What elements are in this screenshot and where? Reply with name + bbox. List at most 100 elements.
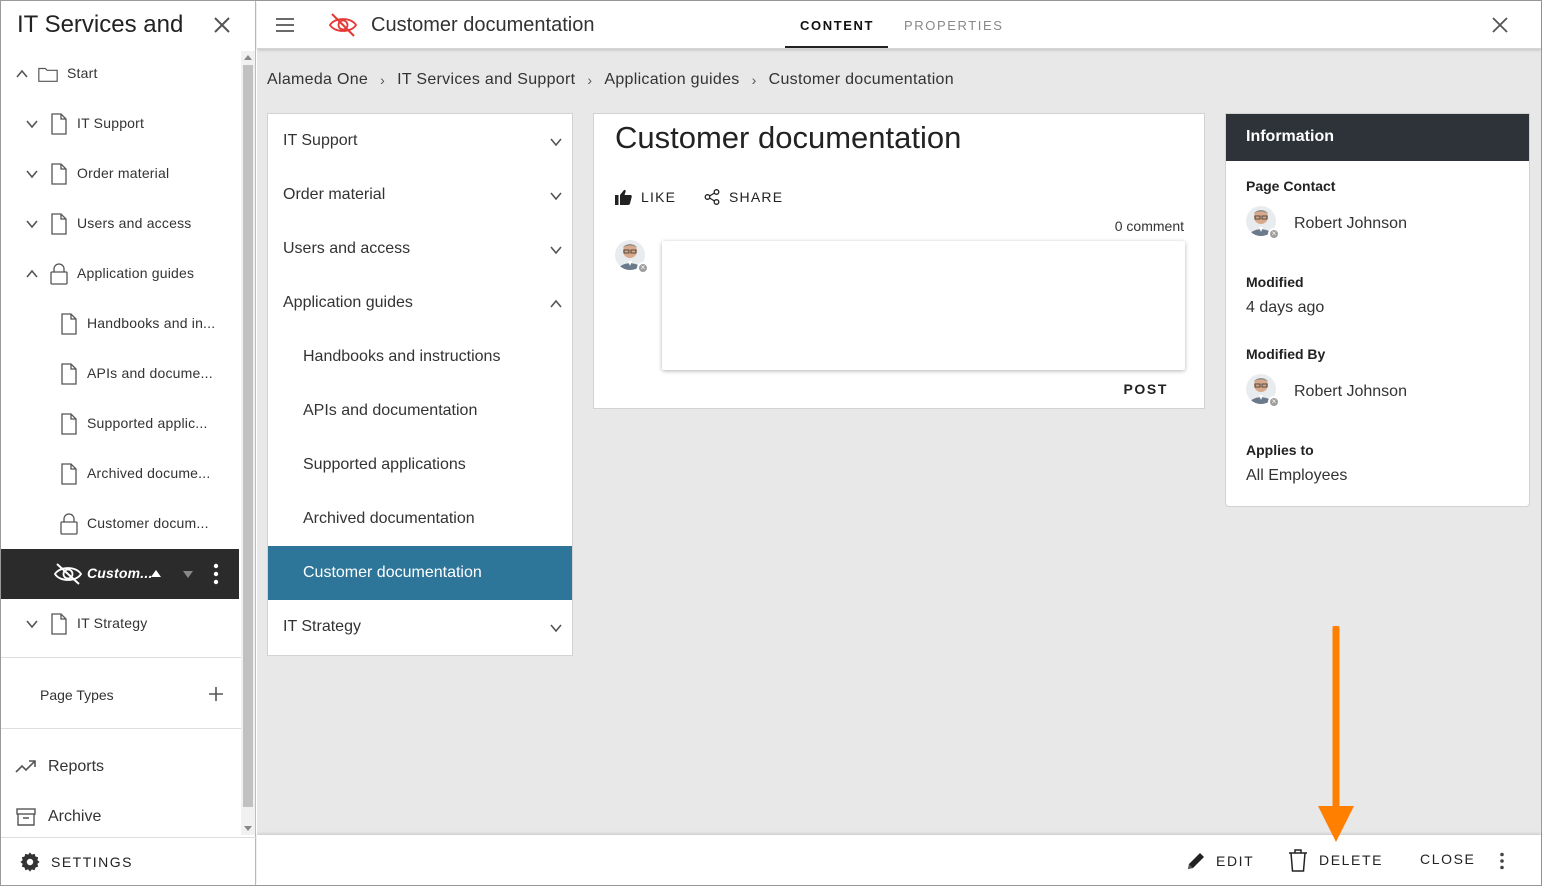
document-icon — [51, 213, 67, 235]
settings-button[interactable]: SETTINGS — [1, 837, 256, 885]
nav-item-users-and-access[interactable]: Users and access — [268, 222, 572, 276]
sidebar-scrollbar[interactable] — [241, 51, 255, 835]
add-icon[interactable] — [207, 685, 225, 703]
chevron-down-icon[interactable] — [550, 136, 562, 148]
avatar: × — [1246, 206, 1280, 242]
avatar: × — [615, 240, 649, 276]
chevron-up-icon[interactable] — [15, 67, 29, 81]
document-icon — [61, 313, 77, 335]
edit-button[interactable]: EDIT — [1186, 851, 1254, 871]
tree-item-apis[interactable]: APIs and docume... — [1, 349, 239, 399]
nav-item-label: Application guides — [283, 294, 413, 311]
document-icon — [51, 163, 67, 185]
chevron-up-icon[interactable] — [550, 298, 562, 310]
like-button[interactable]: LIKE — [615, 189, 676, 205]
chevron-down-icon[interactable] — [25, 217, 39, 231]
nav-item-label: IT Support — [283, 132, 358, 149]
share-button[interactable]: SHARE — [704, 189, 783, 205]
reports-label: Reports — [48, 758, 105, 775]
tree-item-label: APIs and docume... — [87, 365, 213, 381]
sidebar: IT Services and Support Start IT Support… — [1, 1, 256, 885]
chevron-down-icon[interactable] — [25, 617, 39, 631]
tree-item-application-guides[interactable]: Application guides — [1, 249, 239, 299]
chevron-down-icon[interactable] — [25, 167, 39, 181]
modified-by-name: Robert Johnson — [1294, 383, 1407, 400]
tree-item-users-and-access[interactable]: Users and access — [1, 199, 239, 249]
nav-item-it-support[interactable]: IT Support — [268, 114, 572, 168]
page-contact-label: Page Contact — [1246, 178, 1336, 194]
tree-item-supported-apps[interactable]: Supported applic... — [1, 399, 239, 449]
page-nav-list: IT Support Order material Users and acce… — [267, 113, 573, 656]
tree-item-label: Customer docum... — [87, 515, 209, 531]
nav-item-order-material[interactable]: Order material — [268, 168, 572, 222]
delete-button[interactable]: DELETE — [1287, 848, 1383, 872]
chevron-down-icon[interactable] — [550, 622, 562, 634]
content-card: Customer documentation LIKE SHARE 0 comm… — [593, 113, 1205, 409]
nav-item-supported-apps[interactable]: Supported applications — [268, 438, 572, 492]
nav-item-archived-docs[interactable]: Archived documentation — [268, 492, 572, 546]
status-badge: × — [1268, 396, 1280, 408]
close-button[interactable]: CLOSE — [1420, 851, 1475, 867]
archive-icon — [16, 808, 36, 826]
modified-by[interactable]: × Robert Johnson — [1246, 374, 1407, 410]
divider — [1, 728, 241, 729]
applies-to-value: All Employees — [1246, 467, 1348, 484]
share-label: SHARE — [729, 189, 784, 205]
close-icon[interactable] — [1490, 15, 1510, 35]
chevron-down-icon[interactable] — [550, 190, 562, 202]
tree-item-order-material[interactable]: Order material — [1, 149, 239, 199]
content-title: Customer documentation — [615, 120, 962, 155]
nav-item-label: Customer documentation — [303, 564, 482, 581]
reports-link[interactable]: Reports — [15, 756, 104, 778]
scroll-up-icon[interactable] — [244, 55, 252, 60]
breadcrumb-item: Customer documentation — [768, 71, 954, 88]
information-heading: Information — [1226, 114, 1529, 161]
move-down-icon[interactable] — [183, 571, 193, 578]
nav-item-apis[interactable]: APIs and documentation — [268, 384, 572, 438]
nav-item-customer-docs[interactable]: Customer documentation — [268, 546, 572, 600]
tab-properties[interactable]: PROPERTIES — [904, 18, 1004, 33]
tree-item-label: IT Support — [77, 115, 145, 131]
chevron-down-icon[interactable] — [25, 117, 39, 131]
applies-to-label: Applies to — [1246, 442, 1314, 458]
trash-icon — [1289, 849, 1307, 872]
tree-item-start[interactable]: Start — [1, 49, 239, 99]
information-panel: Information Page Contact × Robert Johnso… — [1225, 113, 1530, 507]
nav-item-application-guides[interactable]: Application guides — [268, 276, 572, 330]
page-contact[interactable]: × Robert Johnson — [1246, 206, 1407, 242]
tree-item-label: Custom... — [87, 565, 153, 581]
nav-item-label: Handbooks and instructions — [303, 348, 501, 365]
share-icon — [704, 189, 720, 205]
post-button[interactable]: POST — [1123, 381, 1168, 397]
comment-input[interactable] — [662, 241, 1185, 370]
nav-item-handbooks[interactable]: Handbooks and instructions — [268, 330, 572, 384]
breadcrumb-item[interactable]: Application guides — [604, 71, 739, 89]
tree-item-archived-docs[interactable]: Archived docume... — [1, 449, 239, 499]
archive-link[interactable]: Archive — [15, 806, 101, 828]
tree-item-label: Start — [67, 65, 98, 81]
tree-item-it-strategy[interactable]: IT Strategy — [1, 599, 239, 649]
nav-item-label: Archived documentation — [303, 510, 475, 527]
tree-item-it-support[interactable]: IT Support — [1, 99, 239, 149]
more-vert-icon[interactable] — [213, 563, 219, 585]
scroll-thumb[interactable] — [243, 65, 253, 807]
lock-icon — [50, 263, 68, 285]
tab-content[interactable]: CONTENT — [800, 18, 874, 33]
tree-item-customer-docs-locked[interactable]: Customer docum... — [1, 499, 239, 549]
breadcrumb-item[interactable]: Alameda One — [267, 71, 368, 89]
chevron-down-icon[interactable] — [550, 244, 562, 256]
breadcrumb-item[interactable]: IT Services and Support — [397, 71, 575, 89]
nav-item-it-strategy[interactable]: IT Strategy — [268, 600, 572, 654]
sidebar-close-icon[interactable] — [210, 13, 234, 37]
tree-item-customer-docs-active[interactable]: Custom... — [1, 549, 239, 599]
move-up-icon[interactable] — [151, 570, 161, 577]
tree-item-handbooks[interactable]: Handbooks and in... — [1, 299, 239, 349]
more-vert-icon[interactable] — [1499, 852, 1505, 870]
page-types-label[interactable]: Page Types — [40, 687, 114, 703]
tree-item-label: Application guides — [77, 265, 195, 281]
menu-icon[interactable] — [275, 15, 295, 35]
hidden-page-icon — [328, 13, 358, 37]
scroll-down-icon[interactable] — [244, 826, 252, 831]
chevron-up-icon[interactable] — [25, 267, 39, 281]
annotation-arrow-icon — [1318, 626, 1354, 842]
